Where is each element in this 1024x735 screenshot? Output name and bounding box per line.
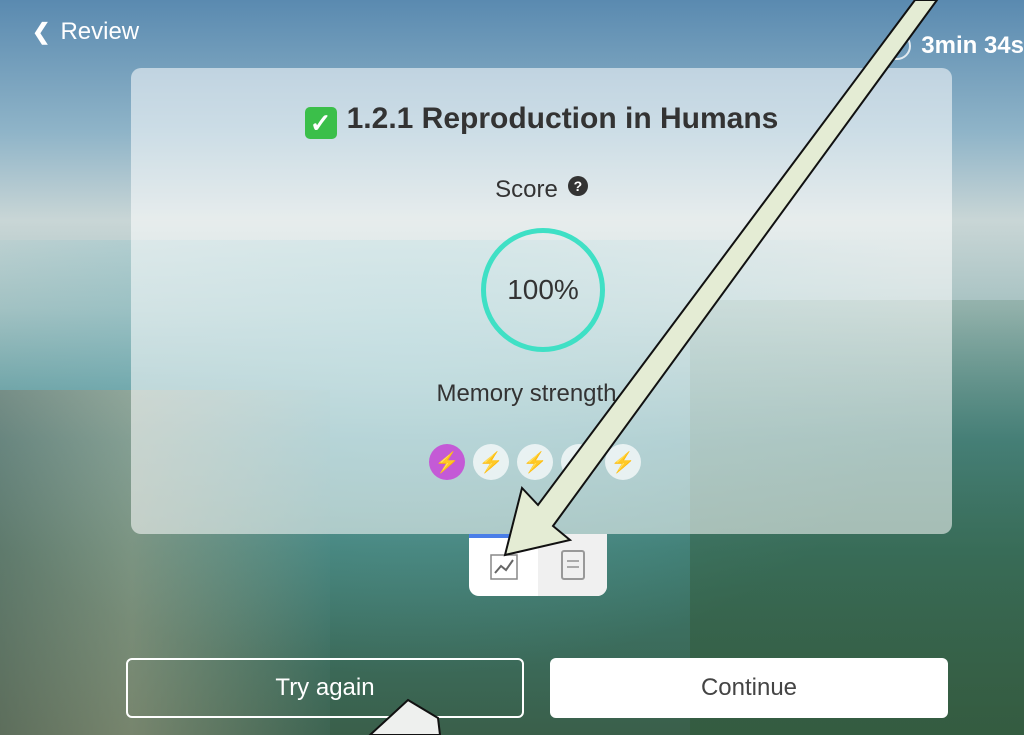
bolt-icon: ⚡ (473, 444, 509, 480)
score-value: 100% (507, 274, 579, 305)
timer: 3min 34s (883, 32, 1024, 60)
clock-icon (883, 32, 912, 60)
help-icon[interactable]: ? (626, 380, 647, 400)
back-label: Review (60, 18, 140, 45)
view-tabs (469, 534, 607, 596)
result-card: ✓ 1.2.1 Reproduction in Humans Score? 100… (131, 68, 952, 534)
bolt-icon: ⚡ (429, 444, 465, 480)
topic-title-text: 1.2.1 Reproduction in Humans (346, 102, 779, 135)
chart-icon (489, 554, 518, 580)
bolt-icon: ⚡ (517, 444, 553, 480)
bolt-icon: ⚡ (605, 444, 641, 480)
document-icon (560, 550, 585, 580)
score-label: Score? (131, 176, 952, 204)
score-ring: 100% (481, 228, 605, 352)
memory-label-text: Memory strength (436, 380, 617, 407)
help-icon[interactable]: ? (567, 176, 588, 196)
topic-title: ✓ 1.2.1 Reproduction in Humans (131, 102, 952, 139)
top-bar: ❮ Review 3min 34s (0, 0, 1024, 64)
try-again-button[interactable]: Try again (126, 658, 524, 718)
chevron-left-icon: ❮ (32, 19, 51, 44)
tab-stats[interactable] (469, 534, 538, 596)
timer-value: 3min 34s (921, 32, 1024, 59)
memory-strength-indicator: ⚡ ⚡ ⚡ ⚡ ⚡ (429, 444, 641, 480)
tab-notes[interactable] (538, 534, 607, 596)
check-icon: ✓ (304, 107, 337, 139)
back-button[interactable]: ❮ Review (32, 18, 139, 46)
memory-strength-label: Memory strength? (131, 380, 952, 408)
bolt-icon: ⚡ (561, 444, 597, 480)
continue-button[interactable]: Continue (550, 658, 948, 718)
score-label-text: Score (495, 176, 558, 203)
